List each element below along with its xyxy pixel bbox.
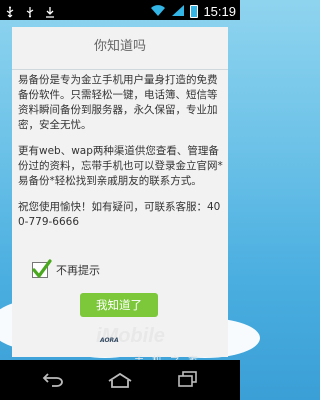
checkmark-icon [32, 259, 52, 278]
tip-dialog: 你知道吗 易备份是专为金立手机用户量身打造的免费备份软件。只需轻松一键，电话簿、… [12, 27, 228, 357]
dont-show-again-row[interactable]: 不再提示 [32, 259, 100, 281]
back-icon[interactable] [42, 371, 64, 391]
navigation-bar [0, 360, 240, 400]
dialog-paragraph: 易备份是专为金立手机用户量身打造的免费备份软件。只需轻松一键，电话簿、短信等资料… [18, 74, 218, 131]
download-icon [44, 3, 56, 18]
signal-icon [171, 2, 185, 21]
dont-show-again-checkbox[interactable] [32, 259, 52, 278]
recent-apps-icon[interactable] [178, 371, 198, 391]
dialog-paragraph: 更有web、wap两种渠道供您查看、管理备份过的资料，忘带手机也可以登录金立官网… [18, 145, 223, 187]
dialog-title: 你知道吗 [93, 39, 146, 54]
dialog-body: 易备份是专为金立手机用户量身打造的免费备份软件。只需轻松一键，电话簿、短信等资料… [18, 73, 224, 241]
usb-debug-icon [24, 3, 36, 18]
battery-icon [190, 5, 199, 18]
ok-button[interactable]: 我知道了 [80, 293, 158, 317]
status-time: 15:19 [203, 4, 236, 19]
checkbox-label: 不再提示 [56, 264, 100, 277]
watermark-aora: AORA [100, 337, 119, 344]
divider [12, 69, 228, 70]
status-bar: 15:19 [0, 0, 240, 20]
home-icon[interactable] [107, 372, 133, 392]
usb-icon [4, 3, 16, 18]
wifi-icon [150, 2, 166, 21]
dialog-paragraph: 祝您使用愉快！如有疑问，可联系客服：400-779-6666 [18, 201, 221, 228]
